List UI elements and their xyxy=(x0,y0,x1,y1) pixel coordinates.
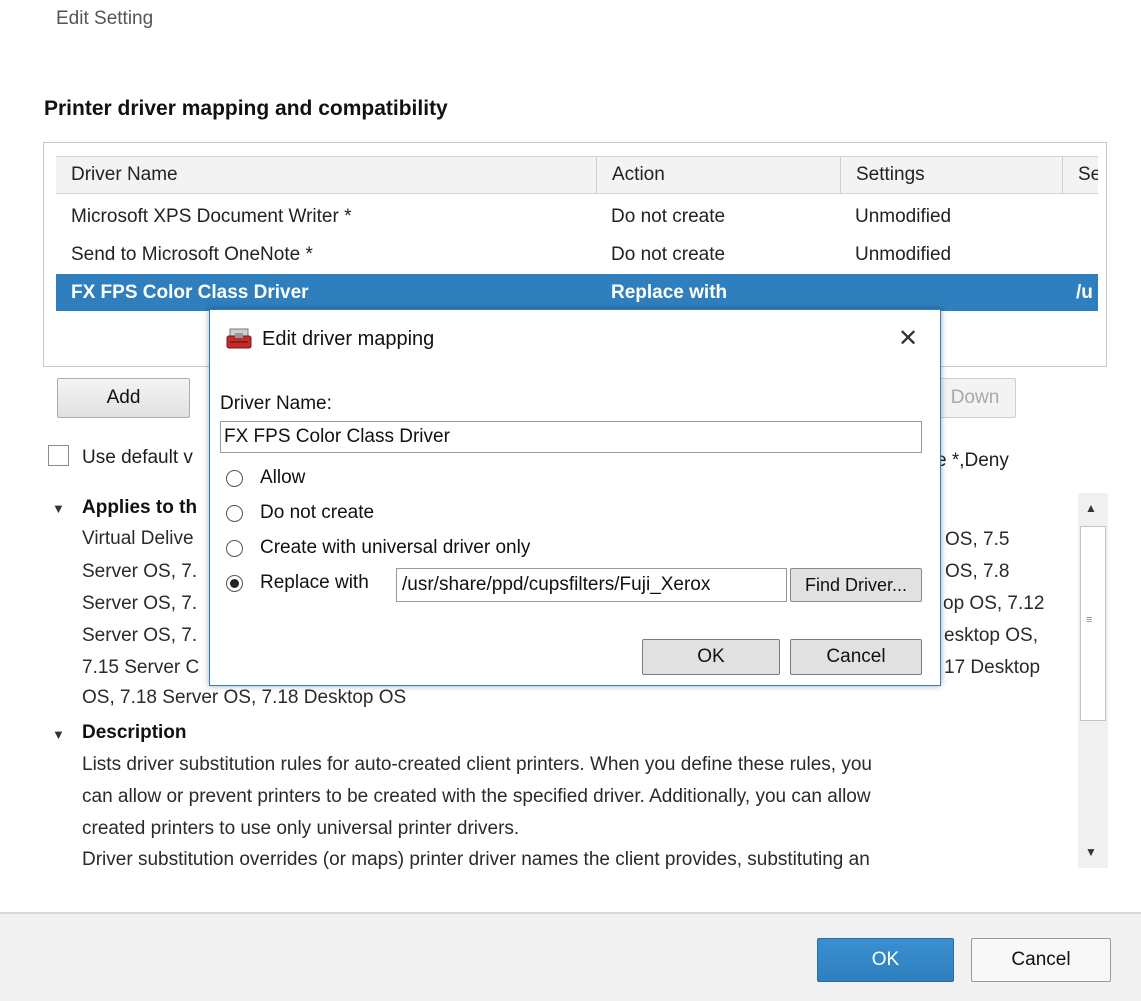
radio-do-not-create-label[interactable]: Do not create xyxy=(260,502,374,524)
collapse-triangle-icon[interactable]: ▼ xyxy=(52,727,65,742)
radio-allow-label[interactable]: Allow xyxy=(260,467,305,489)
description-heading: Description xyxy=(82,722,187,743)
section-title: Printer driver mapping and compatibility xyxy=(44,97,448,120)
table-row[interactable]: Microsoft XPS Document Writer * Do not c… xyxy=(56,198,1098,235)
close-icon[interactable]: ✕ xyxy=(898,324,918,353)
applies-to-line: Virtual Delive xyxy=(82,528,194,549)
footer-bar xyxy=(0,914,1141,1001)
cell-action: Do not create xyxy=(611,206,726,227)
applies-to-line: Server OS, 7. xyxy=(82,625,198,646)
table-row[interactable]: Send to Microsoft OneNote * Do not creat… xyxy=(56,236,1098,273)
column-header-extra[interactable]: Se xyxy=(1062,157,1098,193)
use-default-checkbox[interactable] xyxy=(48,445,69,466)
radio-replace-with-label[interactable]: Replace with xyxy=(260,572,369,594)
applies-to-line-right: 17 Desktop xyxy=(944,657,1041,678)
table-header-row: Driver Name Action Settings Se xyxy=(56,156,1098,194)
table-row-selected[interactable]: FX FPS Color Class Driver Replace with /… xyxy=(56,274,1098,311)
ok-button[interactable]: OK xyxy=(817,938,954,982)
replace-driver-path-input[interactable]: /usr/share/ppd/cupsfilters/Fuji_Xerox xyxy=(396,568,787,602)
cell-settings: Unmodified xyxy=(855,244,952,265)
cell-action: Replace with xyxy=(611,282,728,303)
scroll-grip-icon: ≡ xyxy=(1086,614,1093,626)
scrollbar-thumb[interactable] xyxy=(1080,526,1106,721)
dialog-ok-button[interactable]: OK xyxy=(642,639,780,675)
cell-settings xyxy=(855,274,1055,311)
description-line: can allow or prevent printers to be crea… xyxy=(82,786,871,807)
scroll-down-arrow-icon[interactable]: ▼ xyxy=(1085,845,1097,859)
applies-to-line: OS, 7.18 Server OS, 7.18 Desktop OS xyxy=(82,687,407,708)
applies-to-line-right: op OS, 7.12 xyxy=(943,593,1045,614)
applies-to-line-right: esktop OS, xyxy=(944,625,1038,646)
use-default-label: Use default v xyxy=(82,447,193,468)
applies-to-line: 7.15 Server C xyxy=(82,657,200,678)
applies-to-line-right: OS, 7.5 xyxy=(945,529,1010,550)
down-button[interactable]: Down xyxy=(934,378,1016,418)
window-title: Edit Setting xyxy=(56,8,154,29)
cell-settings: Unmodified xyxy=(855,206,952,227)
cell-driver-name: Send to Microsoft OneNote * xyxy=(71,244,313,265)
cell-driver-name: FX FPS Color Class Driver xyxy=(71,282,309,303)
applies-to-line-right: OS, 7.8 xyxy=(945,561,1010,582)
cancel-button[interactable]: Cancel xyxy=(971,938,1111,982)
description-line: created printers to use only universal p… xyxy=(82,818,520,839)
applies-to-line: Server OS, 7. xyxy=(82,593,198,614)
cell-extra: /u xyxy=(1076,282,1093,303)
column-header-settings[interactable]: Settings xyxy=(840,157,1062,193)
radio-do-not-create[interactable] xyxy=(226,505,243,522)
applies-to-heading: Applies to th xyxy=(82,497,198,518)
applies-to-line: Server OS, 7. xyxy=(82,561,198,582)
description-line: Driver substitution overrides (or maps) … xyxy=(82,849,870,870)
collapse-triangle-icon[interactable]: ▼ xyxy=(52,501,65,516)
default-rules-text: e *,Deny xyxy=(936,450,1009,471)
radio-universal-only-label[interactable]: Create with universal driver only xyxy=(260,537,530,559)
scroll-up-arrow-icon[interactable]: ▲ xyxy=(1085,501,1097,515)
driver-name-input[interactable]: FX FPS Color Class Driver xyxy=(220,421,922,453)
radio-universal-only[interactable] xyxy=(226,540,243,557)
column-header-action[interactable]: Action xyxy=(596,157,840,193)
radio-replace-with[interactable] xyxy=(226,575,243,592)
cell-action: Do not create xyxy=(611,244,726,265)
driver-name-label: Driver Name: xyxy=(220,393,332,414)
dialog-title: Edit driver mapping xyxy=(262,328,435,350)
radio-allow[interactable] xyxy=(226,470,243,487)
description-line: Lists driver substitution rules for auto… xyxy=(82,754,872,775)
edit-driver-mapping-dialog: Edit driver mapping ✕ Driver Name: FX FP… xyxy=(209,309,941,686)
add-button[interactable]: Add xyxy=(57,378,190,418)
column-header-driver-name[interactable]: Driver Name xyxy=(56,157,596,193)
find-driver-button[interactable]: Find Driver... xyxy=(790,568,922,602)
dialog-cancel-button[interactable]: Cancel xyxy=(790,639,922,675)
cell-driver-name: Microsoft XPS Document Writer * xyxy=(71,206,352,227)
printer-toolbox-icon xyxy=(226,328,252,352)
